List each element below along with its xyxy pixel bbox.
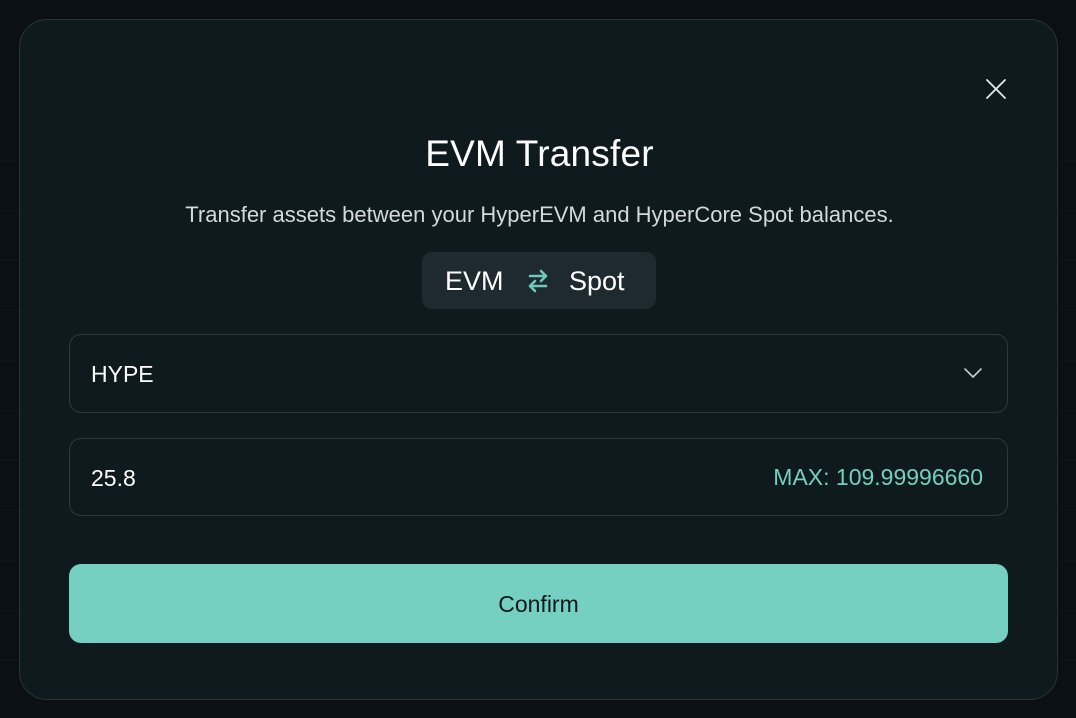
amount-field: MAX: 109.99996660 — [69, 438, 1008, 516]
asset-select-value: HYPE — [91, 361, 154, 387]
chevron-down-icon — [964, 368, 982, 378]
close-icon — [986, 79, 1006, 99]
max-amount-button[interactable]: MAX: 109.99996660 — [773, 463, 983, 491]
confirm-button[interactable]: Confirm — [69, 564, 1008, 643]
direction-to-label: Spot — [569, 266, 625, 296]
transfer-direction-toggle[interactable]: EVM Spot — [422, 252, 656, 309]
close-button[interactable] — [982, 75, 1010, 103]
amount-input[interactable] — [91, 463, 591, 493]
asset-select[interactable]: HYPE — [69, 334, 1008, 413]
modal-subtitle: Transfer assets between your HyperEVM an… — [185, 202, 894, 227]
swap-arrows-icon[interactable] — [523, 267, 553, 295]
evm-transfer-modal: EVM Transfer Transfer assets between you… — [19, 19, 1058, 700]
modal-title: EVM Transfer — [425, 133, 654, 174]
direction-from-label: EVM — [445, 266, 504, 296]
